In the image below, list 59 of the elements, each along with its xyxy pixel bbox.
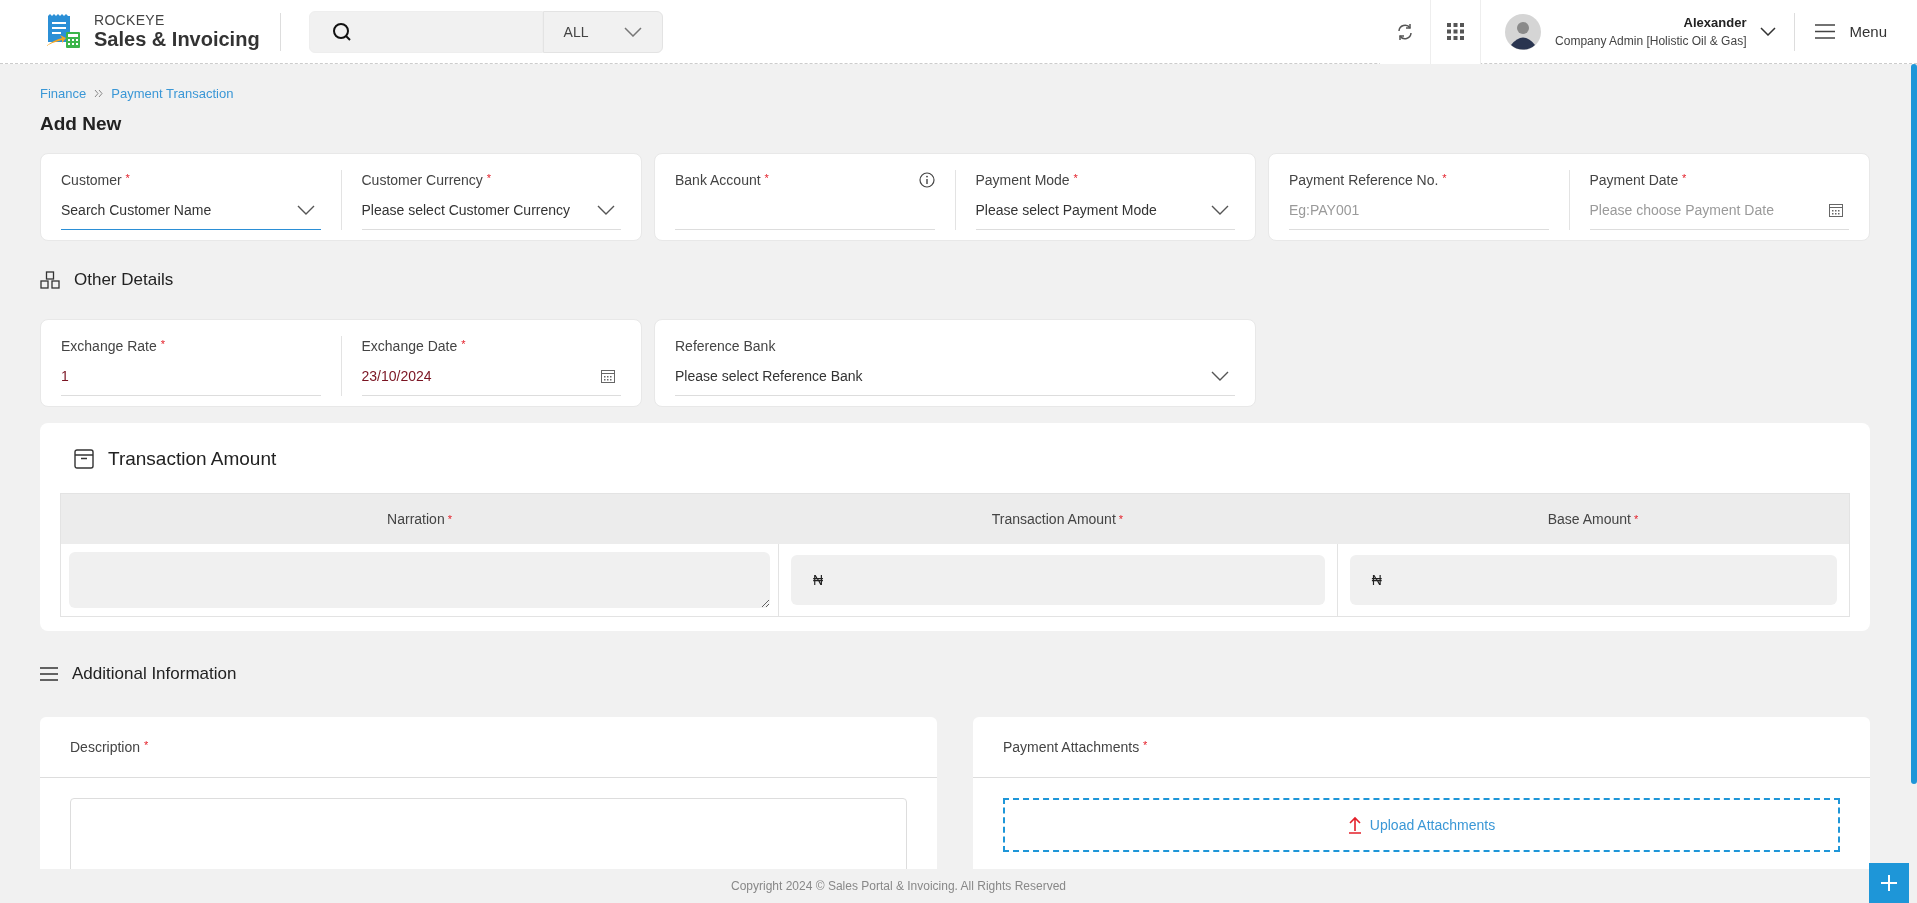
brand-subtitle: ROCKEYE <box>94 12 166 28</box>
avatar[interactable] <box>1505 13 1542 50</box>
field-label: Payment Mode * <box>975 172 1078 188</box>
field-label: Exchange Date * <box>361 338 466 354</box>
calendar-icon <box>601 369 615 383</box>
section-title: Other Details <box>74 270 174 290</box>
field-label: Description * <box>70 739 149 755</box>
field-label: Exchange Rate * <box>61 338 165 354</box>
chevron-down-icon <box>1211 370 1229 381</box>
dropdown[interactable]: Search Customer Name <box>61 190 321 230</box>
section-title: Additional Information <box>72 664 237 684</box>
field-label: Reference Bank <box>675 338 776 354</box>
grid-icon <box>1447 23 1465 40</box>
add-button[interactable] <box>1869 863 1909 903</box>
list-icon <box>40 667 58 681</box>
field-label: Payment Reference No. * <box>1289 172 1447 188</box>
copyright-text: Copyright 2024 © Sales Portal & Invoicing. All Rights Reserved <box>731 879 1066 893</box>
search-icon <box>331 21 352 42</box>
description-field[interactable] <box>70 798 907 869</box>
chevron-down-icon <box>623 26 642 37</box>
info-icon[interactable] <box>918 172 935 188</box>
upload-icon <box>1347 816 1362 834</box>
chevron-down-icon <box>597 204 615 215</box>
section-title: Transaction Amount <box>108 448 277 470</box>
box-icon <box>74 449 94 469</box>
calendar-icon <box>1829 203 1843 217</box>
refresh-icon <box>1396 22 1415 41</box>
input-field[interactable]: 23/10/2024 <box>361 356 621 396</box>
field-label: Payment Attachments * <box>1003 739 1148 755</box>
chevron-down-icon[interactable] <box>1760 27 1777 36</box>
apps-button[interactable] <box>1430 0 1481 64</box>
menu-icon <box>1815 24 1836 39</box>
dropdown[interactable]: Please select Payment Mode <box>975 190 1235 230</box>
column-header: Transaction Amount * <box>990 510 1125 529</box>
user-name: Alexander <box>1683 15 1747 30</box>
page-title: Add New <box>40 113 123 135</box>
field-label: Customer * <box>61 172 130 188</box>
double-chevron-icon <box>94 89 104 98</box>
boxes-icon <box>40 271 60 289</box>
plus-icon <box>1881 875 1897 891</box>
field-label: Customer Currency * <box>361 172 492 188</box>
search-field[interactable] <box>308 10 543 53</box>
scope-dropdown[interactable]: ALL <box>542 10 663 53</box>
column-header: Base Amount * <box>1546 510 1640 529</box>
field-label: Bank Account * <box>675 172 769 188</box>
input-field[interactable]: Eg:PAY001 <box>1289 190 1549 230</box>
dropdown[interactable]: Please select Customer Currency <box>361 190 621 230</box>
amount-field[interactable]: ₦ <box>791 555 1325 605</box>
user-role: Company Admin [Holistic Oil & Gas] <box>1555 34 1747 48</box>
amount-field[interactable]: ₦ <box>1349 555 1837 605</box>
input-field[interactable]: Please choose Payment Date <box>1589 190 1849 230</box>
column-header: Narration * <box>386 510 453 529</box>
input-field[interactable]: 1 <box>61 356 321 396</box>
field-label: Payment Date * <box>1589 172 1687 188</box>
chevron-down-icon <box>296 204 315 215</box>
dropdown[interactable]: Please select Reference Bank <box>675 356 1235 396</box>
chevron-down-icon <box>1211 204 1229 215</box>
narration-field[interactable] <box>69 552 771 608</box>
brand-title: Sales & Invoicing <box>94 28 260 51</box>
